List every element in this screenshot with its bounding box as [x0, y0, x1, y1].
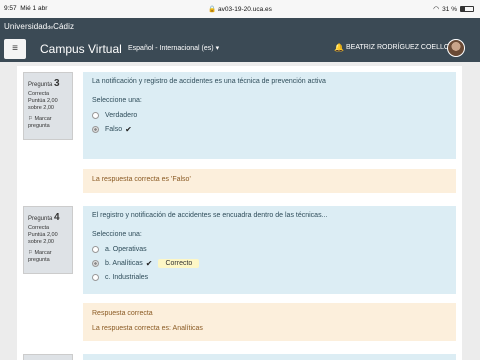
radio-button-selected[interactable] [92, 259, 99, 267]
radio-button[interactable] [92, 111, 99, 119]
top-navbar: ≡ Campus Virtual Español - Internacional… [0, 36, 480, 62]
caret-down-icon: ▾ [215, 45, 220, 52]
answer-option[interactable]: c. Industriales [92, 270, 447, 284]
question-number: Pregunta 3 [28, 78, 60, 89]
question-state: Correcta [28, 90, 50, 97]
hamburger-icon: ≡ [12, 43, 18, 54]
question-number: Pregunta 4 [28, 212, 60, 223]
check-icon: ✔ [125, 124, 132, 134]
lock-icon: 🔒 [208, 6, 217, 13]
feedback-status: Respuesta correcta [92, 310, 153, 317]
answer-option[interactable]: Falso ✔ [92, 122, 447, 136]
feedback-text: La respuesta correcta es: Analíticas [92, 325, 203, 332]
question-text-box-4: El registro y notificación de accidentes… [83, 206, 456, 294]
correct-badge: Correcto [158, 258, 200, 268]
university-header: UniversidaddeCádiz [0, 18, 480, 36]
language-selector[interactable]: Español - Internacional (es) ▾ [128, 44, 219, 52]
feedback-box-3: La respuesta correcta es 'Falso' [83, 169, 456, 193]
flag-icon: ⚐ [28, 115, 33, 122]
avatar[interactable] [447, 39, 465, 57]
question-text-box-next [83, 354, 456, 360]
question-info-4: Pregunta 4 Correcta Puntúa 2,00 sobre 2,… [23, 206, 73, 274]
flag-icon: ⚐ [28, 249, 33, 256]
site-title[interactable]: Campus Virtual [40, 42, 122, 56]
address-url[interactable]: 🔒 av03-19-20.uca.es [0, 5, 480, 13]
question-info-3: Pregunta 3 Correcta Puntúa 2,00 sobre 2,… [23, 72, 73, 140]
university-logo[interactable]: UniversidaddeCádiz [4, 22, 74, 31]
question-state: Correcta [28, 224, 50, 231]
wifi-icon: ◠ [433, 6, 440, 13]
answer-option[interactable]: a. Operativas [92, 242, 447, 256]
select-one-label: Seleccione una: [92, 97, 142, 104]
feedback-box-4: Respuesta correcta La respuesta correcta… [83, 303, 456, 341]
question-score: Puntúa 2,00 sobre 2,00 [28, 97, 58, 112]
battery-percent: 31 % [442, 5, 457, 13]
select-one-label: Seleccione una: [92, 231, 142, 238]
feedback-text: La respuesta correcta es 'Falso' [92, 176, 191, 183]
flag-question-link[interactable]: ⚐ Marcar pregunta [28, 250, 68, 265]
page-margin [463, 62, 480, 360]
check-icon: ✔ [145, 258, 153, 268]
flag-question-link[interactable]: ⚐ Marcar pregunta [28, 116, 68, 131]
radio-button[interactable] [92, 273, 99, 281]
ios-status-bar: 9:57 Mié 1 abr 🔒 av03-19-20.uca.es ◠ 31 … [0, 0, 480, 18]
question-prompt: La notificación y registro de accidentes… [92, 78, 326, 85]
radio-button[interactable] [92, 245, 99, 253]
menu-button[interactable]: ≡ [4, 39, 26, 59]
battery-icon [460, 6, 474, 12]
bell-icon[interactable]: 🔔 [334, 43, 344, 52]
question-text-box-3: La notificación y registro de accidentes… [83, 72, 456, 159]
user-name[interactable]: BEATRIZ RODRÍGUEZ COELLO [346, 44, 449, 51]
radio-button-selected[interactable] [92, 125, 99, 133]
answer-option[interactable]: Verdadero [92, 108, 447, 122]
question-info-next [23, 354, 73, 360]
question-score: Puntúa 2,00 sobre 2,00 [28, 231, 58, 246]
answer-option[interactable]: b. Analíticas ✔ Correcto [92, 256, 447, 270]
question-prompt: El registro y notificación de accidentes… [92, 212, 328, 219]
